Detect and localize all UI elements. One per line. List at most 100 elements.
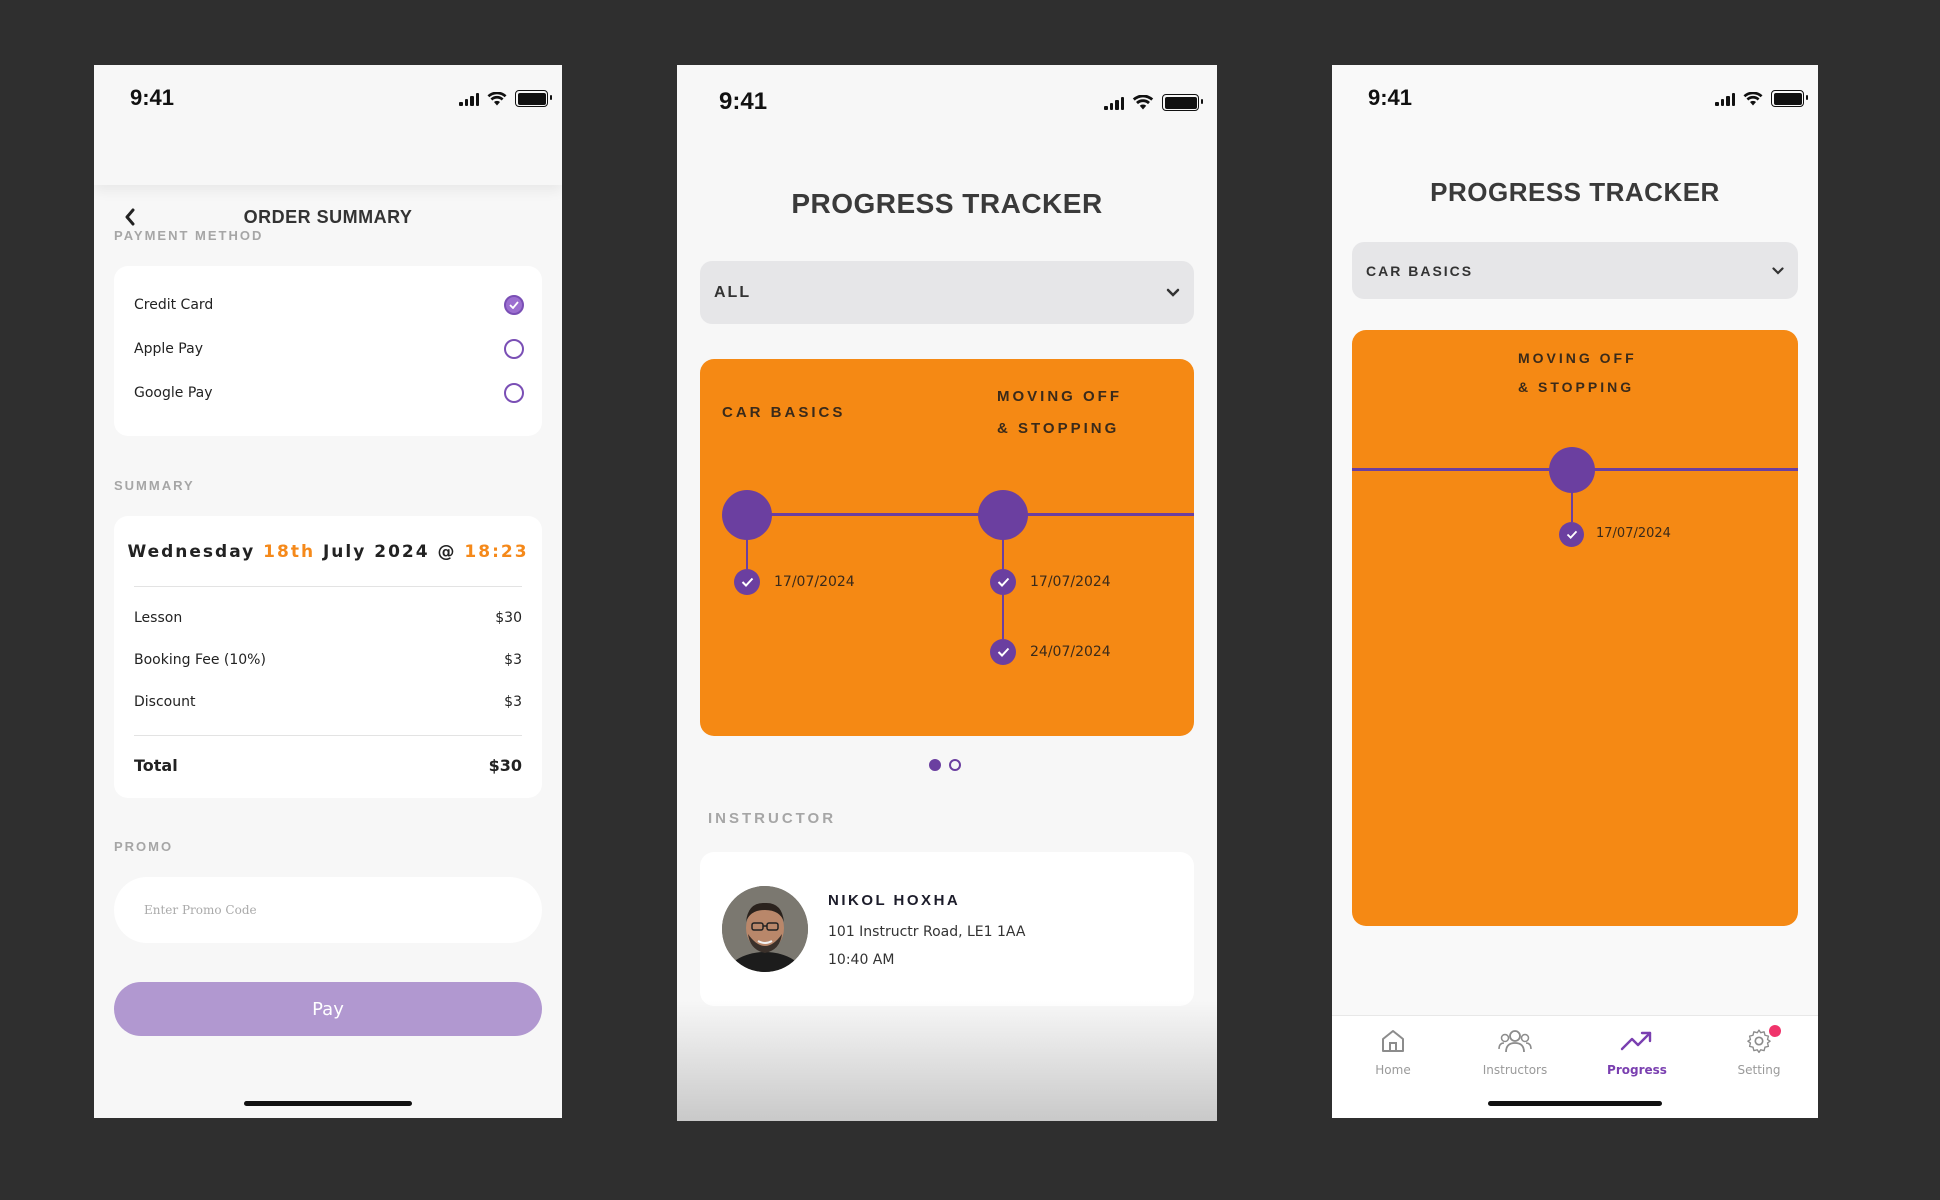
lesson-time: 18:23: [464, 542, 529, 562]
stage-node[interactable]: [978, 490, 1028, 540]
stage-filter-dropdown[interactable]: CAR BASICS: [1352, 242, 1798, 299]
page-dot[interactable]: [949, 759, 961, 771]
dropdown-value: CAR BASICS: [1366, 262, 1474, 279]
stage-filter-dropdown[interactable]: ALL: [700, 261, 1194, 324]
tab-home[interactable]: Home: [1353, 1028, 1433, 1077]
stage-name-line1: MOVING OFF: [1518, 350, 1637, 366]
radio-selected[interactable]: [504, 295, 524, 315]
completion-date: 17/07/2024: [1030, 574, 1111, 590]
chevron-down-icon: [1772, 266, 1784, 275]
tab-label: Instructors: [1482, 1063, 1548, 1077]
tab-instructors[interactable]: Instructors: [1475, 1028, 1555, 1077]
radio-unselected[interactable]: [504, 383, 524, 403]
weekday: Wednesday: [127, 542, 256, 562]
stage-name-line2: & STOPPING: [1518, 379, 1635, 395]
tab-setting[interactable]: Setting: [1719, 1025, 1799, 1077]
stage-name: CAR BASICS: [722, 404, 846, 421]
completion-date: 24/07/2024: [1030, 644, 1111, 660]
check-icon: [997, 647, 1009, 657]
wifi-icon: [487, 91, 507, 105]
payment-option-label: Credit Card: [134, 297, 214, 313]
signal-icon: [459, 92, 479, 106]
connector: [1571, 492, 1573, 522]
users-icon: [1498, 1030, 1532, 1053]
status-time: 9:41: [1368, 85, 1413, 110]
status-icons: [1715, 90, 1808, 107]
progress-card[interactable]: MOVING OFF & STOPPING 17/07/2024: [1352, 330, 1798, 926]
status-time: 9:41: [719, 88, 768, 115]
line-item-booking-fee: Booking Fee (10%) $3: [134, 652, 522, 668]
bottom-fade: [677, 1001, 1217, 1121]
home-indicator: [1488, 1101, 1662, 1106]
completion-date: 17/07/2024: [774, 574, 855, 590]
check-icon: [509, 301, 519, 309]
home-indicator: [244, 1101, 412, 1106]
at-sign: @: [437, 542, 457, 562]
instructor-time: 10:40 AM: [828, 952, 895, 968]
completed-check: [734, 569, 760, 595]
line-item-label: Booking Fee (10%): [134, 652, 266, 668]
payment-option-google-pay[interactable]: Google Pay: [134, 383, 524, 403]
payment-method-label: PAYMENT METHOD: [114, 228, 264, 243]
header: [94, 65, 562, 185]
stage-node[interactable]: [722, 490, 772, 540]
status-time: 9:41: [130, 85, 175, 110]
tab-label: Home: [1375, 1063, 1411, 1077]
chevron-down-icon: [1166, 288, 1180, 297]
lesson-datetime: Wednesday 18th July 2024 @ 18:23: [114, 542, 542, 562]
line-item-amount: $3: [504, 652, 522, 668]
page-dot-active[interactable]: [929, 759, 941, 771]
radio-unselected[interactable]: [504, 339, 524, 359]
divider: [134, 586, 522, 587]
tab-label: Setting: [1737, 1063, 1781, 1077]
month-year: July 2024: [322, 542, 430, 562]
notification-badge: [1769, 1025, 1781, 1037]
line-item-amount: $30: [495, 610, 522, 626]
total-row: Total $30: [134, 756, 522, 775]
pay-button[interactable]: Pay: [114, 982, 542, 1036]
stage-name-line2: & STOPPING: [997, 420, 1120, 437]
instructor-label: INSTRUCTOR: [708, 810, 837, 827]
tab-label: Progress: [1607, 1063, 1667, 1077]
instructor-name: NIKOL HOXHA: [828, 892, 961, 909]
check-icon: [1566, 530, 1577, 539]
battery-icon: [1771, 90, 1808, 107]
payment-option-label: Google Pay: [134, 385, 213, 401]
promo-code-input[interactable]: [114, 877, 542, 943]
day: 18th: [263, 542, 316, 562]
divider: [134, 735, 522, 736]
stage-label-car-basics: CAR BASICS: [722, 397, 845, 429]
payment-method-card: Credit Card Apple Pay Google Pay: [114, 266, 542, 436]
page-title: ORDER SUMMARY: [243, 207, 413, 227]
check-icon: [741, 577, 753, 587]
instructor-photo: [722, 886, 808, 972]
stage-label-moving-off: MOVING OFF & STOPPING: [997, 381, 1122, 445]
status-icons: [1104, 94, 1203, 111]
progress-card[interactable]: CAR BASICS MOVING OFF & STOPPING 17/07/2…: [700, 359, 1194, 736]
connector: [746, 539, 748, 569]
line-item-discount: Discount $3: [134, 694, 522, 710]
payment-option-credit-card[interactable]: Credit Card: [134, 295, 524, 315]
completion-date: 17/07/2024: [1596, 526, 1671, 541]
stage-node[interactable]: [1549, 447, 1595, 493]
payment-option-apple-pay[interactable]: Apple Pay: [134, 339, 524, 359]
promo-label: PROMO: [114, 839, 174, 854]
page-title: PROGRESS TRACKER: [1430, 177, 1720, 207]
stage-label-moving-off: MOVING OFF & STOPPING: [1518, 344, 1637, 402]
total-label: Total: [134, 756, 178, 775]
order-summary-screen: 9:41 ORDER SUMMARY PAYMENT METHOD Credit…: [94, 65, 562, 1118]
tab-progress[interactable]: Progress: [1597, 1028, 1677, 1077]
signal-icon: [1104, 96, 1124, 110]
summary-label: SUMMARY: [114, 478, 195, 493]
progress-track: [747, 513, 1194, 516]
instructor-card[interactable]: NIKOL HOXHA 101 Instructr Road, LE1 1AA …: [700, 852, 1194, 1006]
line-item-label: Discount: [134, 694, 196, 710]
avatar: [722, 886, 808, 972]
instructor-address: 101 Instructr Road, LE1 1AA: [828, 924, 1026, 940]
battery-icon: [1162, 94, 1203, 111]
completed-check: [1559, 522, 1584, 547]
progress-tracker-screen: 9:41 PROGRESS TRACKER ALL CAR BASICS MOV…: [677, 65, 1217, 1121]
dropdown-value: ALL: [714, 283, 752, 301]
check-icon: [997, 577, 1009, 587]
completed-check: [990, 569, 1016, 595]
